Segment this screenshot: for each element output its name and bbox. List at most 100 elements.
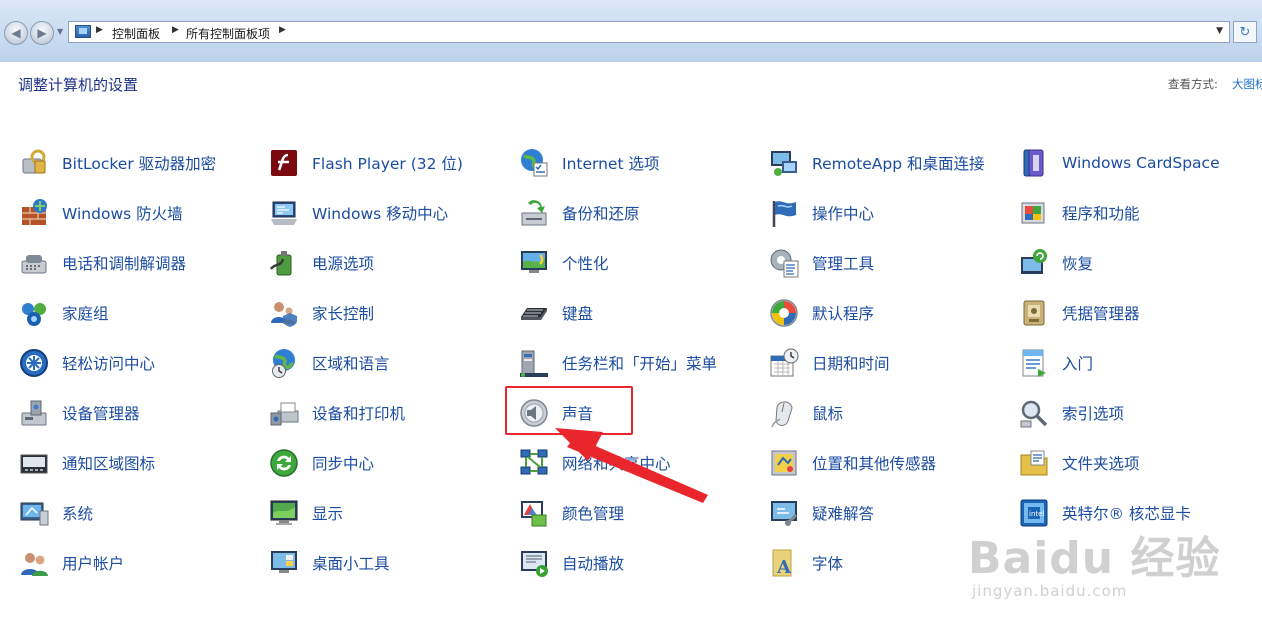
forward-button[interactable]: ▶ (30, 21, 54, 45)
item-label[interactable]: 区域和语言 (312, 352, 390, 374)
control-panel-item-system[interactable]: 系统 (18, 495, 93, 531)
control-panel-item-folder-options[interactable]: 文件夹选项 (1018, 445, 1140, 481)
breadcrumb-separator-icon[interactable]: ▶ (279, 25, 286, 35)
item-label[interactable]: 备份和还原 (562, 202, 640, 224)
item-label[interactable]: Windows CardSpace (1062, 154, 1220, 172)
history-dropdown-icon[interactable]: ▼ (57, 27, 63, 36)
item-label[interactable]: BitLocker 驱动器加密 (62, 152, 216, 174)
control-panel-item-autoplay[interactable]: 自动播放 (518, 545, 624, 581)
item-label[interactable]: 操作中心 (812, 202, 874, 224)
item-label[interactable]: RemoteApp 和桌面连接 (812, 152, 985, 174)
item-label[interactable]: 凭据管理器 (1062, 302, 1140, 324)
item-label[interactable]: 电话和调制解调器 (62, 252, 186, 274)
control-panel-item-phone-modem[interactable]: 电话和调制解调器 (18, 245, 186, 281)
control-panel-item-indexing-options[interactable]: 索引选项 (1018, 395, 1124, 431)
back-button[interactable]: ◀ (4, 21, 28, 45)
item-label[interactable]: 键盘 (562, 302, 593, 324)
address-bar[interactable]: ▶ 控制面板 ▶ 所有控制面板项 ▶ ▼ (68, 21, 1230, 43)
control-panel-item-ease-of-access[interactable]: 轻松访问中心 (18, 345, 155, 381)
control-panel-item-mouse[interactable]: 鼠标 (768, 395, 843, 431)
control-panel-item-cardspace[interactable]: Windows CardSpace (1018, 145, 1220, 181)
control-panel-item-homegroup[interactable]: 家庭组 (18, 295, 109, 331)
control-panel-item-internet-options[interactable]: Internet 选项 (518, 145, 659, 181)
item-label[interactable]: 日期和时间 (812, 352, 890, 374)
view-by-dropdown[interactable]: 大图标 (1232, 76, 1262, 92)
item-label[interactable]: 文件夹选项 (1062, 452, 1140, 474)
control-panel-item-region-language[interactable]: 区域和语言 (268, 345, 390, 381)
item-label[interactable]: 恢复 (1062, 252, 1093, 274)
control-panel-item-troubleshooting[interactable]: 疑难解答 (768, 495, 874, 531)
breadcrumb-separator-icon[interactable]: ▶ (96, 25, 103, 35)
control-panel-item-credential-manager[interactable]: 凭据管理器 (1018, 295, 1140, 331)
item-label[interactable]: 用户帐户 (62, 552, 124, 574)
item-label[interactable]: 同步中心 (312, 452, 374, 474)
item-label[interactable]: 桌面小工具 (312, 552, 390, 574)
item-label[interactable]: 电源选项 (312, 252, 374, 274)
control-panel-item-location-sensors[interactable]: 位置和其他传感器 (768, 445, 936, 481)
item-label[interactable]: 设备和打印机 (312, 402, 405, 424)
control-panel-item-taskbar-start[interactable]: 任务栏和「开始」菜单 (518, 345, 717, 381)
item-label[interactable]: Flash Player (32 位) (312, 152, 463, 174)
control-panel-item-display[interactable]: 显示 (268, 495, 343, 531)
item-label[interactable]: 设备管理器 (62, 402, 140, 424)
item-label[interactable]: 家长控制 (312, 302, 374, 324)
control-panel-item-firewall[interactable]: Windows 防火墙 (18, 195, 183, 231)
control-panel-item-recovery[interactable]: 恢复 (1018, 245, 1093, 281)
control-panel-item-sync-center[interactable]: 同步中心 (268, 445, 374, 481)
control-panel-item-user-accounts[interactable]: 用户帐户 (18, 545, 124, 581)
control-panel-item-color-management[interactable]: 颜色管理 (518, 495, 624, 531)
page-title: 调整计算机的设置 (18, 76, 139, 94)
item-label[interactable]: 个性化 (562, 252, 609, 274)
control-panel-item-parental-controls[interactable]: 家长控制 (268, 295, 374, 331)
item-label[interactable]: 任务栏和「开始」菜单 (562, 352, 717, 374)
control-panel-item-bitlocker[interactable]: BitLocker 驱动器加密 (18, 145, 216, 181)
item-label[interactable]: Windows 移动中心 (312, 202, 448, 224)
control-panel-item-remoteapp[interactable]: RemoteApp 和桌面连接 (768, 145, 985, 181)
item-label[interactable]: 默认程序 (812, 302, 874, 324)
control-panel-item-action-center[interactable]: 操作中心 (768, 195, 874, 231)
item-label[interactable]: 入门 (1062, 352, 1093, 374)
item-label[interactable]: 英特尔® 核芯显卡 (1062, 502, 1191, 524)
control-panel-item-devices-printers[interactable]: 设备和打印机 (268, 395, 405, 431)
control-panel-item-personalization[interactable]: 个性化 (518, 245, 609, 281)
item-label[interactable]: 通知区域图标 (62, 452, 155, 474)
control-panel-item-network-sharing[interactable]: 网络和共享中心 (518, 445, 671, 481)
address-dropdown-icon[interactable]: ▼ (1216, 26, 1223, 36)
item-label[interactable]: 轻松访问中心 (62, 352, 155, 374)
item-label[interactable]: 索引选项 (1062, 402, 1124, 424)
refresh-button[interactable]: ↻ (1233, 21, 1257, 43)
svg-text:A: A (776, 557, 792, 578)
control-panel-item-power-options[interactable]: 电源选项 (268, 245, 374, 281)
control-panel-item-admin-tools[interactable]: 管理工具 (768, 245, 874, 281)
control-panel-item-flash-player[interactable]: Flash Player (32 位) (268, 145, 463, 181)
control-panel-item-default-programs[interactable]: 默认程序 (768, 295, 874, 331)
breadcrumb-control-panel[interactable]: 控制面板 (112, 25, 160, 42)
item-label[interactable]: 字体 (812, 552, 843, 574)
breadcrumb-separator-icon[interactable]: ▶ (172, 25, 179, 35)
control-panel-item-backup-restore[interactable]: 备份和还原 (518, 195, 640, 231)
item-label[interactable]: 疑难解答 (812, 502, 874, 524)
control-panel-item-mobility-center[interactable]: Windows 移动中心 (268, 195, 448, 231)
item-label[interactable]: 系统 (62, 502, 93, 524)
item-label[interactable]: 自动播放 (562, 552, 624, 574)
watermark-brand: Baidu 经验 (968, 533, 1221, 584)
control-panel-item-device-manager[interactable]: 设备管理器 (18, 395, 140, 431)
control-panel-item-fonts[interactable]: A 字体 (768, 545, 843, 581)
control-panel-item-getting-started[interactable]: 入门 (1018, 345, 1093, 381)
control-panel-item-programs-features[interactable]: 程序和功能 (1018, 195, 1140, 231)
control-panel-item-gadgets[interactable]: 桌面小工具 (268, 545, 390, 581)
control-panel-item-keyboard[interactable]: 键盘 (518, 295, 593, 331)
item-label[interactable]: Internet 选项 (562, 152, 659, 174)
control-panel-item-notification-area[interactable]: 通知区域图标 (18, 445, 155, 481)
item-label[interactable]: 管理工具 (812, 252, 874, 274)
breadcrumb-all-items[interactable]: 所有控制面板项 (186, 25, 270, 42)
item-label[interactable]: 家庭组 (62, 302, 109, 324)
item-label[interactable]: 程序和功能 (1062, 202, 1140, 224)
item-label[interactable]: 颜色管理 (562, 502, 624, 524)
item-label[interactable]: 鼠标 (812, 402, 843, 424)
control-panel-item-date-time[interactable]: 日期和时间 (768, 345, 890, 381)
item-label[interactable]: Windows 防火墙 (62, 202, 183, 224)
item-label[interactable]: 网络和共享中心 (562, 452, 671, 474)
item-label[interactable]: 位置和其他传感器 (812, 452, 936, 474)
item-label[interactable]: 显示 (312, 502, 343, 524)
